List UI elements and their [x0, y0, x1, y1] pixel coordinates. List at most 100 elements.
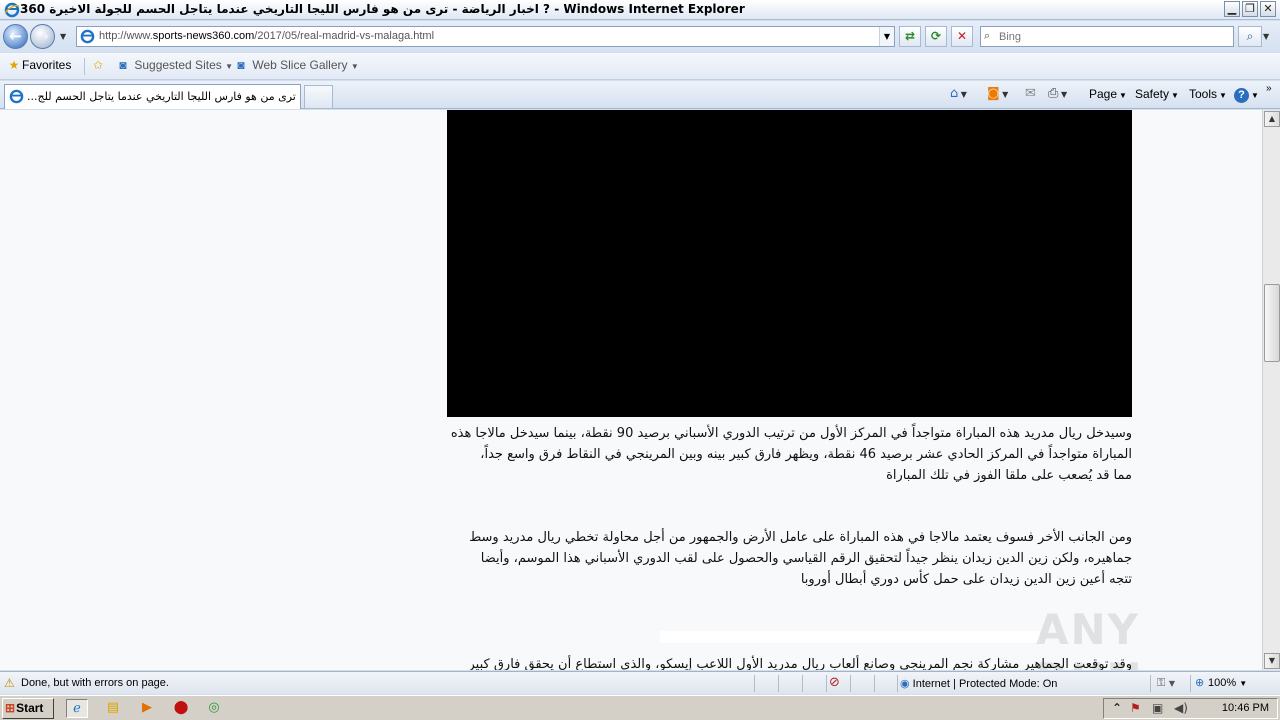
article-line: تتجه أعين زين الدين زيدان على حمل كأس دو…	[800, 572, 1132, 587]
status-panel-divider	[754, 675, 755, 692]
article-line: ومن الجانب الأخر فسوف يعتمد مالاجا في هذ…	[469, 530, 1132, 545]
internet-explorer-icon	[4, 2, 20, 18]
web-slice-icon: ◙	[237, 58, 245, 72]
status-panel-divider	[1150, 675, 1151, 692]
rss-feed-icon: ◙	[987, 86, 1000, 101]
read-mail-button[interactable]: ✉	[1025, 86, 1036, 101]
suggested-sites-button[interactable]: ◙ Suggested Sites ▼	[115, 58, 233, 72]
address-dropdown-button[interactable]: ▼	[879, 27, 894, 46]
taskbar-file-explorer[interactable]: ▤	[102, 699, 124, 718]
suggested-sites-icon: ◙	[119, 58, 127, 72]
status-panel-divider	[802, 675, 803, 692]
compatibility-view-button[interactable]: ⇄	[899, 26, 921, 47]
tools-menu-label: Tools	[1189, 87, 1218, 101]
internet-zone-globe-icon: ◉	[900, 678, 910, 690]
action-center-icon[interactable]: ⚑	[1130, 701, 1141, 715]
taskbar-chrome[interactable]: ◎	[203, 699, 225, 718]
feeds-button[interactable]: ◙ ▼	[987, 86, 1008, 101]
bing-search-icon: ⌕	[984, 29, 991, 42]
article-line: جماهيره، ولكن زين الدين زيدان ينظر جيداً…	[480, 551, 1132, 566]
back-arrow-icon: ←	[9, 27, 22, 45]
title-bar: 360 اخبار الرياضة - ترى من هو فارس الليج…	[0, 0, 1280, 20]
address-bar[interactable]: http://www.sports-news360.com/2017/05/re…	[76, 26, 895, 47]
protected-mode-lock-icon[interactable]: ⚿ ▼	[1157, 676, 1175, 690]
tools-menu-dropdown-icon: ▼	[1219, 91, 1227, 100]
security-zone[interactable]: ◉ Internet | Protected Mode: On	[900, 677, 1057, 690]
windows-logo-icon: ⊞	[5, 701, 16, 715]
search-go-button[interactable]: ⌕	[1238, 26, 1262, 47]
help-menu[interactable]: ? ▼	[1234, 87, 1259, 103]
article-paragraph-2: ومن الجانب الأخر فسوف يعتمد مالاجا في هذ…	[447, 527, 1132, 590]
safety-menu[interactable]: Safety ▼	[1135, 87, 1179, 101]
volume-icon[interactable]: ◀)	[1174, 701, 1188, 715]
tools-menu[interactable]: Tools ▼	[1189, 87, 1227, 101]
taskbar-media-player[interactable]: ▶	[136, 699, 158, 718]
restore-button[interactable]: ❐	[1242, 1, 1258, 17]
folder-icon: ▤	[106, 700, 120, 715]
feeds-dropdown-icon: ▼	[999, 90, 1009, 99]
article-line: المباراة متواجداً في المركز الحادي عشر ب…	[480, 447, 1132, 462]
zoom-dropdown-icon: ▼	[1239, 679, 1248, 688]
status-panel-divider	[1190, 675, 1191, 692]
help-icon: ?	[1234, 88, 1249, 103]
new-tab-button[interactable]	[304, 85, 333, 109]
web-slice-dropdown-icon: ▼	[350, 62, 359, 71]
taskbar-internet-explorer[interactable]: ℯ	[66, 699, 88, 718]
favorites-button[interactable]: ★ Favorites	[6, 58, 72, 72]
article-line: وسيدخل ريال مدريد هذه المباراة متواجداً …	[450, 426, 1132, 441]
zoom-level[interactable]: 100% ▼	[1208, 677, 1247, 689]
opera-icon: ⬤	[173, 700, 189, 715]
show-hidden-icons-icon[interactable]: ⌃	[1112, 701, 1122, 715]
home-dropdown-icon: ▼	[958, 90, 967, 99]
tab-label: ...ترى من هو فارس الليجا التاريخي عندما …	[27, 90, 296, 103]
clock[interactable]: 10:46 PM	[1222, 702, 1269, 714]
minimize-button[interactable]: ▁	[1224, 1, 1240, 17]
vertical-scrollbar[interactable]: ▲ ▼	[1262, 110, 1280, 670]
back-button[interactable]: ←	[3, 24, 28, 49]
navigation-bar: ← → ▼ http://www.sports-news360.com/2017…	[0, 21, 1280, 52]
taskbar-opera[interactable]: ⬤	[170, 699, 192, 718]
status-panel-divider	[897, 675, 898, 692]
forward-button[interactable]: →	[30, 24, 55, 49]
start-button[interactable]: ⊞Start	[2, 698, 54, 719]
printer-icon: ⎙	[1048, 86, 1059, 101]
page-menu-dropdown-icon: ▼	[1119, 91, 1127, 100]
forward-arrow-icon: →	[36, 27, 49, 45]
favorites-label: Favorites	[22, 58, 72, 72]
suggested-sites-dropdown-icon: ▼	[225, 62, 234, 71]
favorites-divider	[84, 58, 85, 75]
zoom-magnifier-icon: ⊕	[1195, 676, 1205, 689]
search-input[interactable]	[999, 29, 1227, 44]
network-icon[interactable]: ▣	[1152, 701, 1163, 715]
article-paragraph-3: وقد توقعت الجماهير مشاركة نجم المرينجي و…	[447, 654, 1132, 670]
status-message[interactable]: Done, but with errors on page.	[21, 677, 169, 689]
video-player[interactable]	[447, 110, 1132, 417]
recent-pages-dropdown[interactable]: ▼	[60, 32, 66, 41]
stop-button[interactable]: ✕	[951, 26, 973, 47]
scroll-down-button[interactable]: ▼	[1264, 653, 1280, 669]
article-line: وقد توقعت الجماهير مشاركة نجم المرينجي و…	[468, 657, 1132, 670]
url-text[interactable]: http://www.sports-news360.com/2017/05/re…	[99, 30, 434, 42]
search-options-dropdown[interactable]: ▼	[1263, 32, 1269, 41]
url-path: /2017/05/real-madrid-vs-malaga.html	[254, 30, 435, 42]
home-button[interactable]: ⌂ ▼	[950, 86, 967, 101]
command-bar-overflow[interactable]: »	[1266, 83, 1272, 94]
refresh-button[interactable]: ⟳	[925, 26, 947, 47]
add-to-favorites-bar-button[interactable]: ✩	[90, 58, 106, 72]
web-slice-gallery-button[interactable]: ◙ Web Slice Gallery ▼	[233, 58, 359, 72]
help-dropdown-icon: ▼	[1251, 91, 1259, 100]
start-label: Start	[16, 701, 44, 715]
close-button[interactable]: ✕	[1260, 1, 1276, 17]
page-menu[interactable]: Page ▼	[1089, 87, 1127, 101]
popup-blocker-icon[interactable]: ⊘	[829, 675, 840, 690]
ad-placeholder	[660, 631, 1040, 643]
tab-current-page[interactable]: ...ترى من هو فارس الليجا التاريخي عندما …	[4, 84, 301, 109]
status-panel-divider	[826, 675, 827, 692]
print-button[interactable]: ⎙ ▼	[1048, 86, 1067, 101]
scroll-thumb[interactable]	[1264, 284, 1280, 362]
page-icon	[80, 29, 95, 44]
scroll-up-button[interactable]: ▲	[1264, 111, 1280, 127]
search-box[interactable]: ⌕	[980, 26, 1234, 47]
system-tray: ⌃ ⚑ ▣ ◀) 10:46 PM	[1103, 698, 1278, 719]
warning-icon[interactable]: ⚠	[4, 676, 15, 690]
